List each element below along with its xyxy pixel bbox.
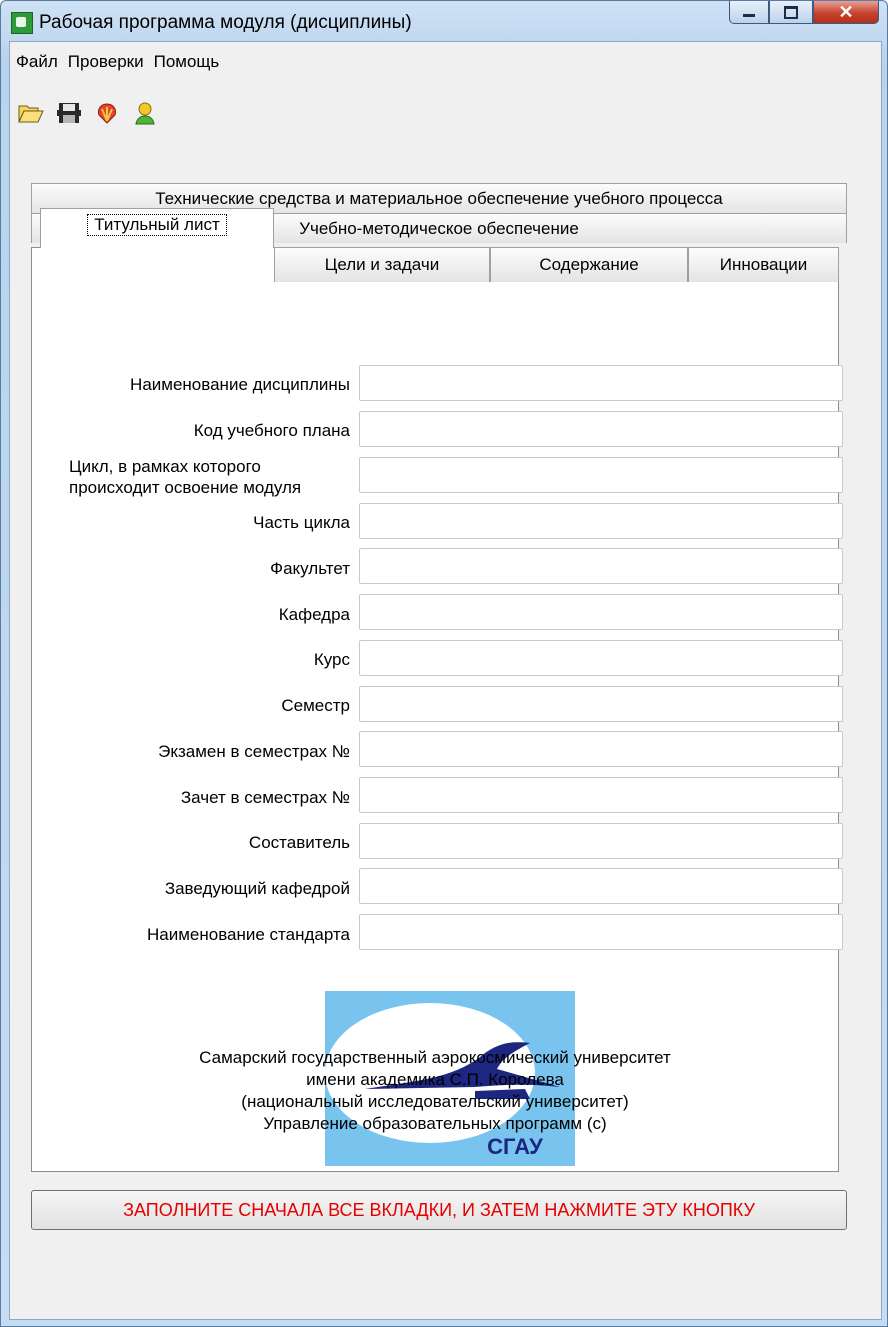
menu-bar: Файл Проверки Помощь xyxy=(10,48,223,74)
logo-text: СГАУ xyxy=(487,1134,543,1159)
faculty-input[interactable] xyxy=(359,548,843,584)
maximize-button[interactable] xyxy=(769,1,813,24)
label-cycle: Цикл, в рамках которого происходит освое… xyxy=(69,456,301,498)
window-controls: ✕ xyxy=(729,1,879,25)
close-icon: ✕ xyxy=(838,1,854,22)
cycle-input[interactable] xyxy=(359,457,843,493)
label-credit-semesters: Зачет в семестрах № xyxy=(180,788,350,807)
label-semester: Семестр xyxy=(281,696,350,715)
label-standard-name: Наименование стандарта xyxy=(146,925,350,944)
department-input[interactable] xyxy=(359,594,843,630)
credit-semesters-input[interactable] xyxy=(359,777,843,813)
department-head-input[interactable] xyxy=(359,868,843,904)
label-discipline-name: Наименование дисциплины xyxy=(130,375,350,394)
tab-title-page[interactable]: Титульный лист xyxy=(40,208,274,248)
toolbar xyxy=(16,96,160,130)
exam-semesters-input[interactable] xyxy=(359,731,843,767)
user-icon[interactable] xyxy=(130,98,160,128)
menu-checks[interactable]: Проверки xyxy=(62,48,148,74)
window-title: Рабочая программа модуля (дисциплины) xyxy=(39,12,412,33)
title-page-panel: Наименование дисциплины Код учебного пла… xyxy=(31,247,843,1172)
cycle-part-input[interactable] xyxy=(359,503,843,539)
label-cycle-line2: происходит освоение модуля xyxy=(69,478,302,497)
org-line-4: Управление образовательных программ (с) xyxy=(263,1114,607,1133)
course-input[interactable] xyxy=(359,640,843,676)
label-cycle-line1: Цикл, в рамках которого xyxy=(69,457,261,476)
menu-help[interactable]: Помощь xyxy=(148,48,224,74)
label-plan-code: Код учебного плана xyxy=(193,421,350,440)
discipline-name-input[interactable] xyxy=(359,365,843,401)
close-button[interactable]: ✕ xyxy=(813,1,879,24)
title-bar[interactable]: Рабочая программа модуля (дисциплины) ✕ xyxy=(1,1,887,41)
minimize-icon xyxy=(743,13,755,17)
label-faculty: Факультет xyxy=(270,559,350,578)
label-department-head: Заведующий кафедрой xyxy=(164,879,350,898)
tab-content[interactable]: Содержание xyxy=(490,247,688,282)
label-course: Курс xyxy=(313,650,350,669)
label-exam-semesters: Экзамен в семестрах № xyxy=(158,742,350,761)
org-line-3: (национальный исследовательский универси… xyxy=(241,1092,629,1111)
app-icon xyxy=(11,12,33,34)
menu-file[interactable]: Файл xyxy=(10,48,62,74)
label-cycle-part: Часть цикла xyxy=(253,513,350,532)
tab-innovations[interactable]: Инновации xyxy=(688,247,839,282)
save-disk-icon[interactable] xyxy=(54,98,84,128)
tab-title-page-label: Титульный лист xyxy=(87,213,227,236)
check-shell-icon[interactable] xyxy=(92,98,122,128)
standard-name-input[interactable] xyxy=(359,914,843,950)
maximize-icon xyxy=(784,5,798,19)
tab-goals[interactable]: Цели и задачи xyxy=(274,247,490,282)
author-input[interactable] xyxy=(359,823,843,859)
submit-button[interactable]: ЗАПОЛНИТЕ СНАЧАЛА ВСЕ ВКЛАДКИ, И ЗАТЕМ Н… xyxy=(31,1190,847,1230)
org-line-1: Самарский государственный аэрокосмически… xyxy=(199,1048,671,1067)
semester-input[interactable] xyxy=(359,686,843,722)
plan-code-input[interactable] xyxy=(359,411,843,447)
open-folder-icon[interactable] xyxy=(16,98,46,128)
org-line-2: имени академика С.П. Королева xyxy=(306,1070,564,1089)
minimize-button[interactable] xyxy=(729,1,769,24)
label-author: Составитель xyxy=(248,833,350,852)
label-department: Кафедра xyxy=(278,605,350,624)
